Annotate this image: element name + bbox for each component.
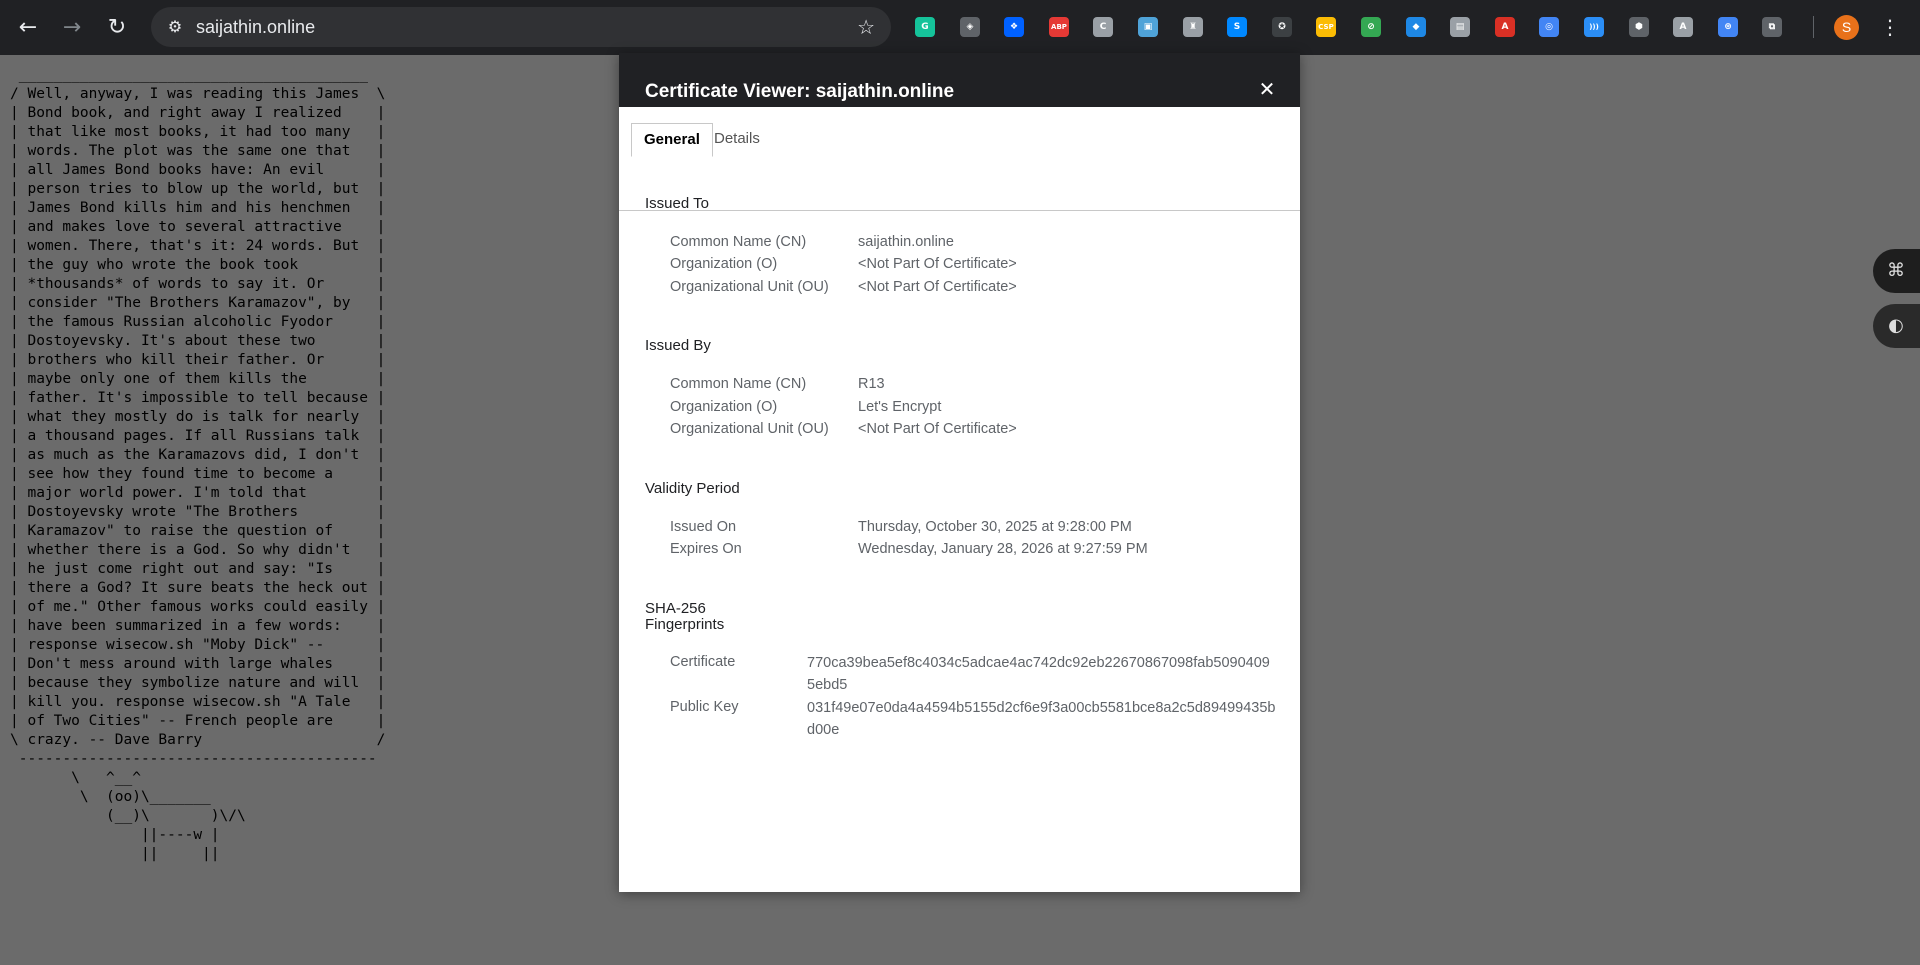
- issued-by-ou-value: <Not Part Of Certificate>: [858, 421, 1017, 437]
- tab-general[interactable]: General: [631, 123, 713, 157]
- issued-to-ou-label: Organizational Unit (OU): [670, 279, 829, 295]
- expires-on-label: Expires On: [670, 541, 742, 557]
- wave-extension-icon[interactable]: ))): [1584, 17, 1604, 37]
- issued-by-ou-label: Organizational Unit (OU): [670, 421, 829, 437]
- clipboard-extension-icon[interactable]: ▣: [1138, 17, 1158, 37]
- assistant-widget-icon: ◐: [1888, 315, 1904, 336]
- cow-extension-icon[interactable]: ✪: [1272, 17, 1292, 37]
- issued-to-cn-value: saijathin.online: [858, 234, 954, 250]
- side-widget-grid[interactable]: ⌘: [1873, 249, 1920, 293]
- adblock-plus-extension-icon[interactable]: ABP: [1049, 17, 1069, 37]
- image-extension-icon[interactable]: ▤: [1450, 17, 1470, 37]
- bookmark-star-icon[interactable]: ☆: [857, 15, 875, 39]
- address-bar[interactable]: ⚙ saijathin.online ☆: [151, 7, 891, 47]
- side-widget-assistant[interactable]: ◐: [1873, 304, 1920, 348]
- validity-heading: Validity Period: [645, 480, 740, 497]
- fingerprints-heading: SHA-256 Fingerprints: [645, 601, 724, 633]
- cowsay-output: ________________________________________…: [10, 67, 386, 862]
- issued-to-cn-label: Common Name (CN): [670, 234, 807, 250]
- reload-icon[interactable]: ↻: [102, 13, 132, 43]
- link-extension-icon[interactable]: ⊘: [1361, 17, 1381, 37]
- shazam-extension-icon[interactable]: S: [1227, 17, 1247, 37]
- circle-extension-icon[interactable]: ◎: [1539, 17, 1559, 37]
- swirl-extension-icon[interactable]: ⊛: [1718, 17, 1738, 37]
- issued-on-value: Thursday, October 30, 2025 at 9:28:00 PM: [858, 519, 1132, 535]
- c-extension-icon[interactable]: C: [1093, 17, 1113, 37]
- back-icon[interactable]: ←: [13, 13, 43, 43]
- puzzle-extensions-icon[interactable]: ⧉: [1762, 17, 1782, 37]
- robot-extension-icon[interactable]: ♜: [1183, 17, 1203, 37]
- dialog-header: Certificate Viewer: saijathin.online ✕: [619, 53, 1300, 107]
- dialog-title: Certificate Viewer: saijathin.online: [645, 81, 955, 102]
- issued-by-o-label: Organization (O): [670, 399, 778, 415]
- issued-on-label: Issued On: [670, 519, 737, 535]
- issued-by-heading: Issued By: [645, 337, 711, 354]
- fingerprints-heading-line1: SHA-256: [645, 600, 706, 617]
- more-menu-icon[interactable]: ⋮: [1880, 14, 1900, 40]
- close-icon[interactable]: ✕: [1255, 77, 1279, 101]
- pdf-extension-icon[interactable]: A: [1495, 17, 1515, 37]
- issued-by-cn-label: Common Name (CN): [670, 376, 807, 392]
- browser-toolbar: ← → ↻ ⚙ saijathin.online ☆ G ◈ ❖ ABP C ▣ ♜ S ✪ CS…: [0, 0, 1920, 55]
- fingerprints-heading-line2: Fingerprints: [645, 616, 725, 633]
- certificate-fingerprint-label: Certificate: [670, 654, 736, 670]
- diamond-extension-icon[interactable]: ◆: [1406, 17, 1426, 37]
- certificate-viewer-dialog: Certificate Viewer: saijathin.online ✕ G…: [619, 53, 1300, 892]
- grammarly-extension-icon[interactable]: G: [915, 17, 935, 37]
- security-extension-icon[interactable]: ⬢: [1629, 17, 1649, 37]
- issued-by-o-value: Let's Encrypt: [858, 399, 942, 415]
- issued-to-o-label: Organization (O): [670, 256, 778, 272]
- csp-extension-icon[interactable]: CSP: [1316, 17, 1336, 37]
- shield-extension-icon[interactable]: ◈: [960, 17, 980, 37]
- grid-widget-icon: ⌘: [1887, 260, 1905, 281]
- tab-details[interactable]: Details: [702, 123, 772, 155]
- toolbar-divider: [1813, 16, 1814, 38]
- public-key-fingerprint-label: Public Key: [670, 699, 739, 715]
- issued-to-o-value: <Not Part Of Certificate>: [858, 256, 1017, 272]
- issued-by-cn-value: R13: [858, 376, 885, 392]
- url-text[interactable]: saijathin.online: [196, 17, 315, 37]
- issued-to-heading: Issued To: [645, 195, 709, 212]
- a-extension-icon[interactable]: A: [1673, 17, 1693, 37]
- dropbox-extension-icon[interactable]: ❖: [1004, 17, 1024, 37]
- public-key-fingerprint-value: 031f49e07e0da4a4594b5155d2cf6e9f3a00cb55…: [807, 700, 1276, 738]
- certificate-fingerprint-value: 770ca39bea5ef8c4034c5adcae4ac742dc92eb22…: [807, 655, 1270, 693]
- expires-on-value: Wednesday, January 28, 2026 at 9:27:59 P…: [858, 541, 1148, 557]
- profile-avatar[interactable]: S: [1834, 15, 1859, 40]
- site-info-icon[interactable]: ⚙: [165, 17, 185, 37]
- issued-to-ou-value: <Not Part Of Certificate>: [858, 279, 1017, 295]
- forward-icon[interactable]: →: [57, 13, 87, 43]
